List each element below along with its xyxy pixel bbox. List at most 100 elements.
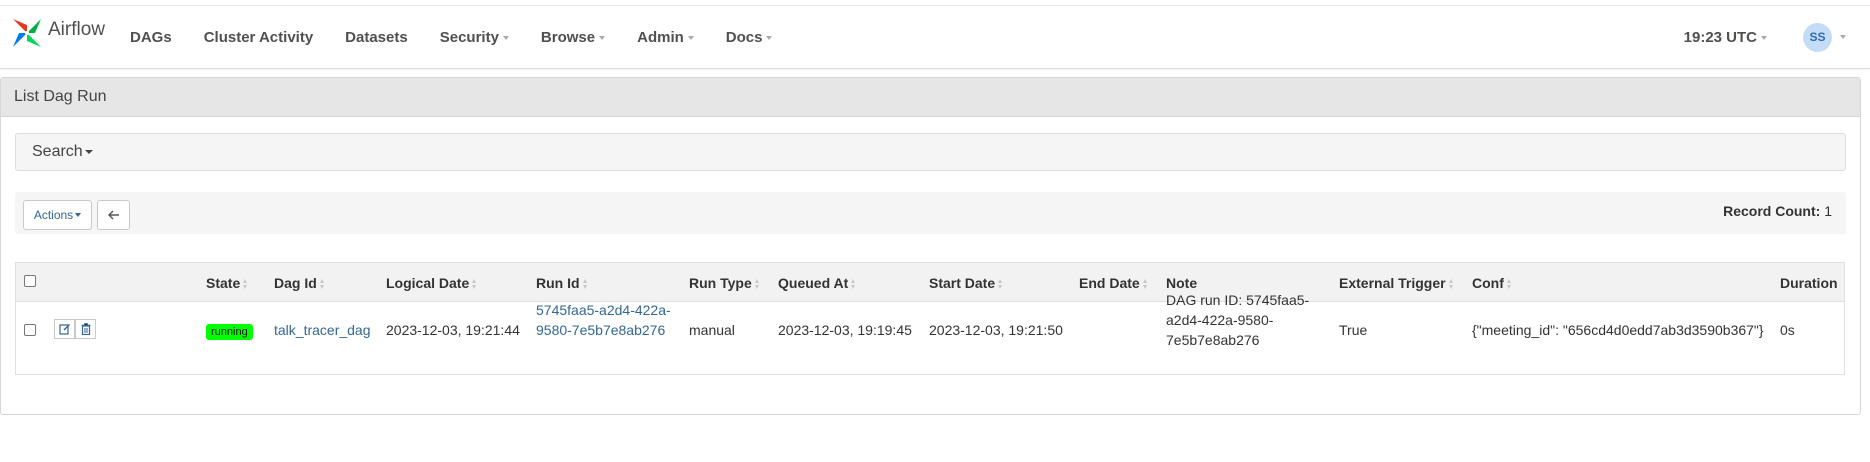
chevron-down-icon bbox=[599, 35, 606, 40]
nav-docs-label: Docs bbox=[725, 28, 763, 46]
search-panel: Search bbox=[15, 133, 1846, 171]
status-badge: running bbox=[206, 324, 253, 340]
th-state[interactable]: State bbox=[206, 275, 248, 291]
sort-icon bbox=[319, 279, 325, 289]
note-line-2: a2d4-422a-9580- bbox=[1166, 312, 1274, 328]
nav-admin-label: Admin bbox=[637, 28, 684, 46]
panel-title: List Dag Run bbox=[1, 78, 1860, 117]
conf-cell: {"meeting_id": "656cd4d0edd7ab3d3590b367… bbox=[1472, 322, 1764, 338]
th-run-id-label: Run Id bbox=[536, 275, 580, 291]
sort-icon bbox=[1448, 279, 1454, 289]
chevron-down-icon bbox=[502, 35, 509, 40]
note-cell: DAG run ID: 5745faa5- a2d4-422a-9580- 7e… bbox=[1166, 290, 1309, 350]
sort-icon bbox=[582, 279, 588, 289]
nav-admin[interactable]: Admin bbox=[637, 29, 694, 46]
chevron-down-icon[interactable] bbox=[1840, 35, 1846, 39]
nav-browse-label: Browse bbox=[540, 28, 596, 46]
airflow-logo-icon bbox=[10, 16, 44, 53]
list-dag-run-panel: List Dag Run Search Actions Record Count… bbox=[0, 77, 1861, 415]
note-line-1: DAG run ID: 5745faa5- bbox=[1166, 292, 1310, 308]
record-count-label: Record Count: bbox=[1723, 203, 1821, 219]
dag-id-link[interactable]: talk_tracer_dag bbox=[274, 320, 371, 340]
dag-run-table: State Dag Id Logical Date Run Id Run Typ… bbox=[15, 262, 1845, 375]
sort-icon bbox=[754, 279, 760, 289]
queued-at-cell: 2023-12-03, 19:19:45 bbox=[778, 322, 912, 338]
actions-bar: Actions Record Count: 1 bbox=[15, 192, 1846, 234]
run-type-cell: manual bbox=[689, 322, 735, 338]
start-date-cell: 2023-12-03, 19:21:50 bbox=[929, 322, 1063, 338]
sort-icon bbox=[851, 279, 856, 289]
chevron-down-icon bbox=[1761, 35, 1767, 40]
th-dag-id-label: Dag Id bbox=[274, 275, 317, 291]
nav-browse[interactable]: Browse bbox=[540, 28, 606, 46]
sort-icon bbox=[1506, 279, 1512, 289]
th-end-date[interactable]: End Date bbox=[1079, 275, 1148, 291]
th-end-date-label: End Date bbox=[1079, 275, 1140, 291]
main-nav: DAGs Cluster Activity Datasets Security … bbox=[130, 6, 804, 68]
th-logical-date-label: Logical Date bbox=[386, 275, 470, 291]
logical-date-cell: 2023-12-03, 19:21:44 bbox=[386, 322, 520, 338]
th-conf[interactable]: Conf bbox=[1472, 275, 1512, 291]
nav-security[interactable]: Security bbox=[440, 29, 509, 46]
run-id-line-1: 5745faa5-a2d4-422a- bbox=[536, 302, 671, 318]
th-state-label: State bbox=[206, 275, 241, 291]
th-queued-at-label: Queued At bbox=[778, 275, 849, 291]
table-header: State Dag Id Logical Date Run Id Run Typ… bbox=[16, 263, 1844, 302]
record-count: Record Count: 1 bbox=[1723, 203, 1832, 219]
th-dag-id[interactable]: Dag Id bbox=[274, 275, 325, 291]
chevron-down-icon bbox=[84, 149, 93, 154]
arrow-left-icon bbox=[107, 210, 119, 220]
sort-icon bbox=[472, 279, 477, 289]
th-run-id[interactable]: Run Id bbox=[536, 275, 588, 291]
th-note: Note bbox=[1166, 275, 1197, 291]
clock-time: 19:23 UTC bbox=[1683, 28, 1757, 46]
sort-icon bbox=[243, 279, 248, 289]
nav-docs[interactable]: Docs bbox=[726, 29, 773, 46]
row-checkbox[interactable] bbox=[24, 324, 36, 336]
external-trigger-cell: True bbox=[1339, 322, 1368, 338]
brand-name: Airflow bbox=[48, 18, 106, 40]
brand-link[interactable]: Airflow bbox=[10, 16, 105, 53]
th-run-type-label: Run Type bbox=[689, 275, 752, 291]
run-id-link[interactable]: 5745faa5-a2d4-422a- 9580-7e5b7e8ab276 bbox=[536, 300, 671, 340]
th-queued-at[interactable]: Queued At bbox=[778, 275, 856, 291]
th-external-trigger-label: External Trigger bbox=[1339, 275, 1446, 291]
user-avatar[interactable]: SS bbox=[1803, 22, 1832, 52]
nav-cluster-activity-label: Cluster Activity bbox=[203, 28, 314, 46]
nav-right: 19:23 UTC SS bbox=[1684, 6, 1870, 68]
nav-dags-label: DAGs bbox=[130, 28, 172, 46]
th-run-type[interactable]: Run Type bbox=[689, 275, 760, 291]
th-duration-label: Duration bbox=[1780, 275, 1838, 291]
chevron-down-icon bbox=[75, 213, 82, 217]
actions-dropdown-button[interactable]: Actions bbox=[23, 200, 92, 230]
nav-datasets-label: Datasets bbox=[345, 28, 408, 46]
chevron-down-icon bbox=[687, 35, 694, 40]
search-label: Search bbox=[32, 143, 83, 160]
th-note-label: Note bbox=[1166, 275, 1198, 291]
th-start-date-label: Start Date bbox=[929, 275, 996, 291]
th-external-trigger[interactable]: External Trigger bbox=[1339, 275, 1454, 291]
th-conf-label: Conf bbox=[1472, 275, 1504, 291]
chevron-down-icon bbox=[766, 35, 773, 40]
record-count-value: 1 bbox=[1824, 203, 1832, 219]
trash-icon bbox=[81, 323, 90, 335]
edit-record-button[interactable] bbox=[54, 319, 75, 339]
nav-dags[interactable]: DAGs bbox=[130, 29, 172, 46]
top-navbar: Airflow DAGs Cluster Activity Datasets S… bbox=[0, 5, 1870, 69]
clock-dropdown[interactable]: 19:23 UTC bbox=[1684, 29, 1767, 46]
th-logical-date[interactable]: Logical Date bbox=[386, 275, 477, 291]
note-line-3: 7e5b7e8ab276 bbox=[1166, 332, 1260, 348]
nav-security-label: Security bbox=[439, 28, 499, 46]
nav-datasets[interactable]: Datasets bbox=[345, 29, 408, 46]
nav-cluster-activity[interactable]: Cluster Activity bbox=[204, 29, 313, 46]
search-toggle[interactable]: Search bbox=[32, 143, 93, 161]
select-all-checkbox[interactable] bbox=[24, 275, 36, 287]
sort-icon bbox=[998, 279, 1003, 289]
duration-cell: 0s bbox=[1780, 322, 1795, 338]
back-button[interactable] bbox=[97, 200, 130, 230]
th-start-date[interactable]: Start Date bbox=[929, 275, 1003, 291]
run-id-line-2: 9580-7e5b7e8ab276 bbox=[536, 322, 666, 338]
edit-icon bbox=[58, 324, 70, 335]
actions-label: Actions bbox=[33, 208, 74, 222]
delete-record-button[interactable] bbox=[75, 319, 96, 339]
